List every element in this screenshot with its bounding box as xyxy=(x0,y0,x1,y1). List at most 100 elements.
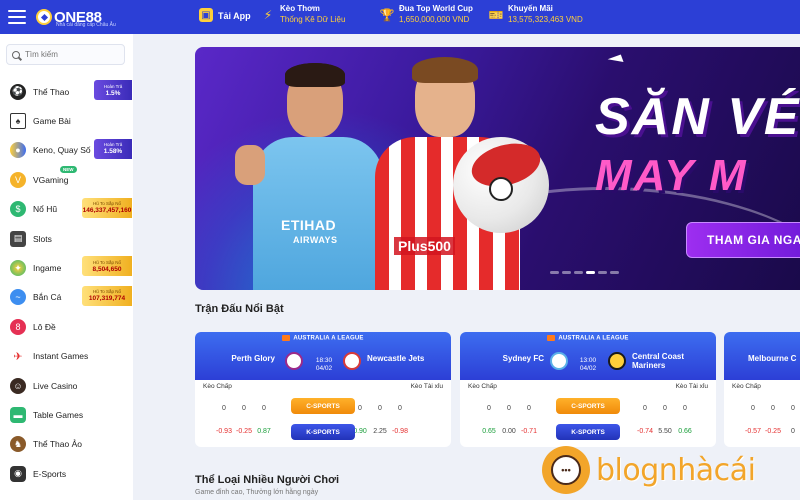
odds-value[interactable]: -0.74 xyxy=(635,428,655,435)
badge-title: Hoàn Trả xyxy=(103,142,123,148)
carousel-dot[interactable] xyxy=(598,271,607,274)
sidebar-item-label: Instant Games xyxy=(33,351,89,362)
odds-value[interactable]: 0 xyxy=(214,405,234,412)
badge-value: 146,337,457,160 xyxy=(82,207,132,215)
odds-value[interactable]: 0 xyxy=(763,405,783,412)
odds-value[interactable]: -0.98 xyxy=(390,428,410,435)
header-promotions[interactable]: 🎫 Khuyến Mãi 13,575,323,463 VND xyxy=(489,4,583,24)
odds-value[interactable]: 0 xyxy=(519,405,539,412)
k-sports-button[interactable]: K-SPORTS xyxy=(556,424,620,440)
sidebar-item-instant-games[interactable]: ✈ Instant Games xyxy=(0,342,133,371)
odds-value[interactable]: -0.57 xyxy=(743,428,763,435)
away-team: Newcastle Jets xyxy=(367,354,425,363)
carousel-dot-active[interactable] xyxy=(586,271,595,274)
carousel-dot[interactable] xyxy=(562,271,571,274)
sidebar-menu: ⚽ Thể Thao Hoàn Trả 1.5% ♠ Game Bài ● Ke… xyxy=(0,77,133,488)
odds-value[interactable]: -0.93 xyxy=(214,428,234,435)
odds-value[interactable]: -0.71 xyxy=(519,428,539,435)
odds-value[interactable]: 0.00 xyxy=(499,428,519,435)
odds-value[interactable]: 0.65 xyxy=(479,428,499,435)
odds-value[interactable]: 0 xyxy=(635,405,655,412)
top-header: ONE88 Nhà cái đẳng cấp Châu Âu ▣ Tải App… xyxy=(0,0,800,34)
lottery-balls-icon: ● xyxy=(10,142,26,159)
badge-value: 1.5% xyxy=(105,89,121,97)
sidebar-item-e-sports[interactable]: ◉ E-Sports xyxy=(0,459,133,488)
odds-value[interactable]: 0 xyxy=(743,405,763,412)
sidebar-item-the-thao-ao[interactable]: ♞ Thể Thao Ảo xyxy=(0,430,133,459)
join-now-button[interactable]: THAM GIA NGAY xyxy=(686,222,800,258)
sidebar-item-label: Lô Đề xyxy=(33,321,56,332)
badge-value: 1.58% xyxy=(103,148,123,156)
sidebar-item-keno[interactable]: ● Keno, Quay Số Hoàn Trả 1.58% xyxy=(0,136,133,165)
odds-value[interactable]: 0 xyxy=(254,405,274,412)
badge-title: Hũ To Sắp Nổ xyxy=(93,259,121,265)
c-sports-button[interactable]: C-SPORTS xyxy=(291,398,355,414)
away-team-crest-icon xyxy=(343,352,361,370)
odds-value[interactable]: -0.25 xyxy=(234,428,254,435)
header-download-app[interactable]: ▣ Tải App xyxy=(199,4,251,22)
sidebar-item-live-casino[interactable]: ☺ Live Casino xyxy=(0,371,133,400)
odds-value[interactable]: 0 xyxy=(390,405,410,412)
virtual-sports-icon: ♞ xyxy=(10,436,26,453)
odds-value[interactable]: 0 xyxy=(479,405,499,412)
sidebar-item-no-hu[interactable]: $ Nổ Hũ Hũ To Sắp Nổ 146,337,457,160 xyxy=(0,195,133,224)
odds-value[interactable]: 0.66 xyxy=(675,428,695,435)
download-app-label: Tải App xyxy=(218,11,251,21)
badge-title: Hoàn Trả xyxy=(103,83,123,89)
league-label: AUSTRALIA A LEAGUE xyxy=(195,335,451,342)
carousel-dot[interactable] xyxy=(550,271,559,274)
search-input[interactable] xyxy=(25,50,120,59)
logo-ball-icon xyxy=(36,9,52,25)
k-sports-button[interactable]: K-SPORTS xyxy=(291,424,355,440)
sidebar-item-slots[interactable]: ▤ Slots xyxy=(0,224,133,253)
odds-value[interactable]: 0.87 xyxy=(254,428,274,435)
odds-value[interactable]: 0 xyxy=(783,405,800,412)
hero-banner[interactable]: ETIHAD AIRWAYS Plus500 SĂN VÉ C MAY M TH… xyxy=(195,47,800,290)
jackpot-badge: Hũ To Sắp Nổ 8,504,650 xyxy=(82,256,132,277)
ticket-icon: 🎫 xyxy=(488,8,504,22)
home-team-crest-icon xyxy=(550,352,568,370)
sidebar-item-game-bai[interactable]: ♠ Game Bài xyxy=(0,106,133,135)
lottery-icon: 8 xyxy=(10,318,26,335)
odds-value[interactable]: 0 xyxy=(234,405,254,412)
new-badge: NEW xyxy=(60,166,77,174)
match-card-partial[interactable]: Melbourne C Kèo Chấp 0 0 0 -0.57 -0.25 0 xyxy=(724,332,800,447)
odds-value[interactable]: 0 xyxy=(783,428,800,435)
odds-value[interactable]: 0 xyxy=(655,405,675,412)
c-sports-button[interactable]: C-SPORTS xyxy=(556,398,620,414)
cards-icon: ♠ xyxy=(10,113,26,130)
header-world-cup-race[interactable]: 🏆 Đua Top World Cup 1,650,000,000 VND xyxy=(380,4,473,24)
jersey-sponsor-text: ETIHAD xyxy=(281,217,337,233)
watermark-ball-icon: ••• xyxy=(542,446,590,494)
sidebar-item-vgaming[interactable]: V VGaming NEW xyxy=(0,165,133,194)
sidebar-item-ban-ca[interactable]: ~ Bắn Cá Hũ To Sắp Nổ 107,319,774 xyxy=(0,283,133,312)
odds-value[interactable]: 0 xyxy=(370,405,390,412)
search-box[interactable] xyxy=(6,44,125,65)
sidebar-item-lo-de[interactable]: 8 Lô Đề xyxy=(0,312,133,341)
odds-value[interactable]: 0 xyxy=(499,405,519,412)
sidebar-item-ingame[interactable]: ✦ Ingame Hũ To Sắp Nổ 8,504,650 xyxy=(0,253,133,282)
over-under-label: Kèo Tài xỉu xyxy=(410,383,443,390)
vgaming-icon: V xyxy=(10,171,26,188)
soccer-ball-icon: ⚽ xyxy=(10,83,26,100)
odds-value[interactable]: 0 xyxy=(675,405,695,412)
rebate-badge: Hoàn Trả 1.5% xyxy=(94,80,132,100)
match-card[interactable]: AUSTRALIA A LEAGUE Perth Glory 18:30 04/0… xyxy=(195,332,451,447)
odds-value[interactable]: 5.50 xyxy=(655,428,675,435)
header-hot-odds[interactable]: ⚡ Kèo Thơm Thống Kê Dữ Liệu xyxy=(261,4,346,24)
odds-value[interactable]: -0.25 xyxy=(763,428,783,435)
promotions-title: Khuyến Mãi xyxy=(508,4,553,13)
sidebar-item-the-thao[interactable]: ⚽ Thể Thao Hoàn Trả 1.5% xyxy=(0,77,133,106)
sidebar-item-label: Slots xyxy=(33,233,52,244)
match-card[interactable]: AUSTRALIA A LEAGUE Sydney FC 13:00 04/02 … xyxy=(460,332,716,447)
hamburger-menu-icon[interactable] xyxy=(8,10,26,24)
carousel-dot[interactable] xyxy=(610,271,619,274)
sidebar-item-table-games[interactable]: ▬ Table Games xyxy=(0,400,133,429)
league-label: AUSTRALIA A LEAGUE xyxy=(460,335,716,342)
carousel-dot[interactable] xyxy=(574,271,583,274)
blog-watermark-logo: ••• blognhàcái xyxy=(542,445,756,495)
odds-value[interactable]: 2.25 xyxy=(370,428,390,435)
sidebar-item-label: Live Casino xyxy=(33,380,78,391)
handicap-label: Kèo Chấp xyxy=(203,383,232,390)
trophy-icon: 🏆 xyxy=(379,8,395,22)
